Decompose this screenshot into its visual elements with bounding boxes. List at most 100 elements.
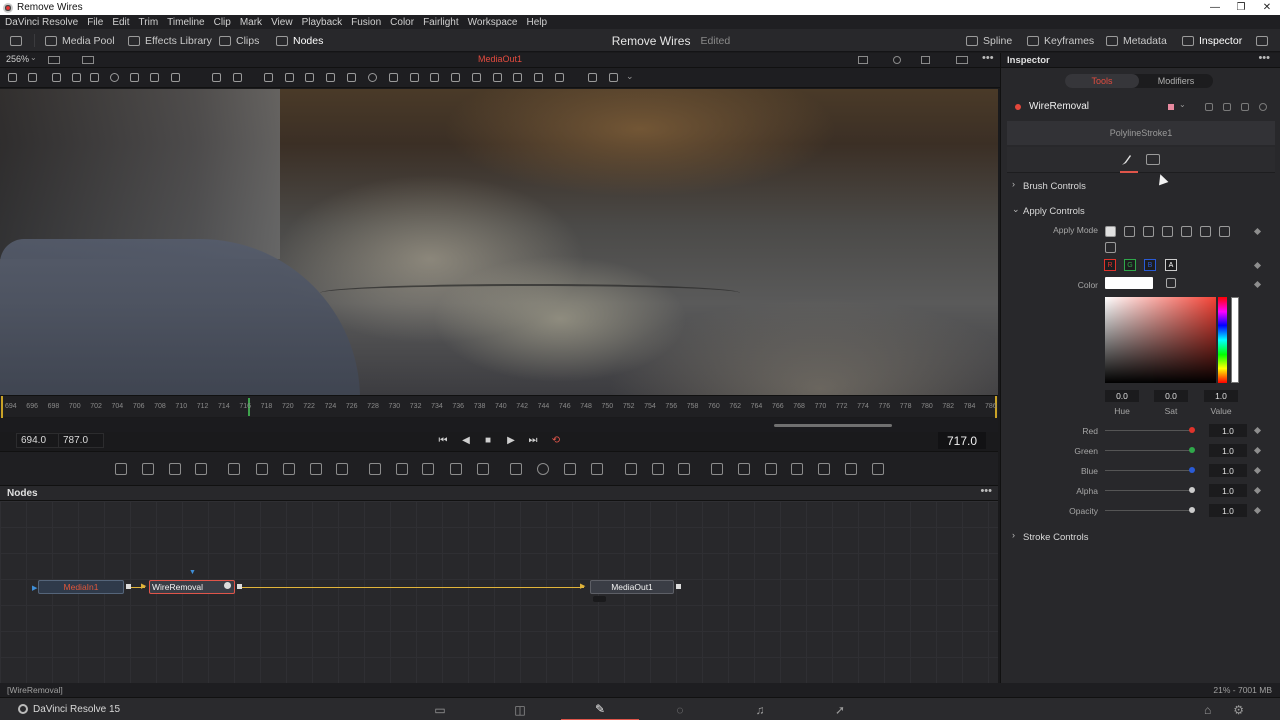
- value-field[interactable]: 1.0: [1204, 390, 1238, 402]
- fusion-page-tab[interactable]: ✎: [561, 698, 639, 720]
- closed-icon[interactable]: [368, 73, 377, 82]
- close-button[interactable]: ✕: [1254, 0, 1280, 15]
- render-end-field[interactable]: 787.0: [58, 433, 104, 448]
- chevron-down-icon[interactable]: ⌄: [1179, 100, 1186, 109]
- alpha-slider[interactable]: [1105, 490, 1193, 491]
- lock-icon[interactable]: [1241, 103, 1249, 111]
- tool-enabled-icon[interactable]: [1015, 104, 1021, 110]
- apply-controls-section[interactable]: ⌄ Apply Controls: [1007, 202, 1275, 220]
- opacity-field[interactable]: 1.0: [1209, 504, 1247, 517]
- text-3d-icon[interactable]: [765, 463, 777, 475]
- apply-smear-icon[interactable]: [1200, 226, 1211, 237]
- green-slider-knob[interactable]: [1189, 447, 1195, 453]
- apply-merge-icon[interactable]: [1181, 226, 1192, 237]
- text-tool-icon[interactable]: [169, 463, 181, 475]
- select-all-icon[interactable]: [430, 73, 439, 82]
- menu-davinci-resolve[interactable]: DaVinci Resolve: [5, 17, 78, 28]
- red-field[interactable]: 1.0: [1209, 424, 1247, 437]
- polyline-icon[interactable]: [90, 73, 99, 82]
- mask-input-icon[interactable]: ▼: [189, 569, 196, 576]
- channel-booleans-icon[interactable]: [396, 463, 408, 475]
- metadata-button[interactable]: Metadata: [1106, 29, 1167, 52]
- loop-icon[interactable]: ⟲: [549, 433, 563, 447]
- stroke-icon[interactable]: [72, 73, 81, 82]
- brush-shape-icon[interactable]: [212, 73, 221, 82]
- alpha-slider-knob[interactable]: [1189, 487, 1195, 493]
- play-reverse-icon[interactable]: ◀: [459, 433, 473, 447]
- menu-help[interactable]: Help: [526, 17, 547, 28]
- menu-trim[interactable]: Trim: [139, 17, 159, 28]
- blue-slider-knob[interactable]: [1189, 467, 1195, 473]
- node-mediain[interactable]: MediaIn1: [38, 580, 124, 594]
- fullscreen-button[interactable]: [1256, 29, 1268, 52]
- view-toggle-icon[interactable]: [224, 582, 231, 589]
- rectangle-mask-icon[interactable]: [510, 463, 522, 475]
- insert-point-icon[interactable]: [305, 73, 314, 82]
- render-start-field[interactable]: 694.0: [16, 433, 60, 448]
- pointer-icon[interactable]: [264, 73, 273, 82]
- media-pool-button[interactable]: Media Pool: [45, 29, 115, 52]
- spherical-camera-icon[interactable]: [872, 463, 884, 475]
- scrollbar-thumb[interactable]: [774, 424, 892, 427]
- viewer-menu-icon[interactable]: •••: [982, 52, 994, 64]
- sat-field[interactable]: 0.0: [1154, 390, 1188, 402]
- brush-icon[interactable]: [1120, 154, 1132, 166]
- minimize-button[interactable]: —: [1202, 0, 1228, 15]
- viewer-layout-icon[interactable]: [48, 56, 60, 64]
- keyframe-icon[interactable]: [1253, 261, 1262, 270]
- menu-workspace[interactable]: Workspace: [468, 17, 518, 28]
- rectangle-icon[interactable]: [130, 73, 139, 82]
- color-page-tab[interactable]: ◌: [641, 698, 719, 720]
- bspline-mask-icon[interactable]: [591, 463, 603, 475]
- menu-timeline[interactable]: Timeline: [167, 17, 204, 28]
- linear-icon[interactable]: [410, 73, 419, 82]
- clips-button[interactable]: Clips: [219, 29, 259, 52]
- colorcorrector-tool-icon[interactable]: [283, 463, 295, 475]
- apply-wire-icon[interactable]: [1105, 242, 1116, 253]
- channel-a-toggle[interactable]: A: [1165, 259, 1177, 271]
- zoom-select[interactable]: 256%: [6, 54, 29, 64]
- roi-icon[interactable]: [858, 56, 868, 64]
- fairlight-page-tab[interactable]: ♫: [721, 698, 799, 720]
- shape-box-icon[interactable]: [534, 73, 543, 82]
- apply-clone-icon[interactable]: [1124, 226, 1135, 237]
- project-manager-tab[interactable]: ⌂ ⚙: [1186, 698, 1262, 720]
- version-icon[interactable]: [1205, 103, 1213, 111]
- image-plane-icon[interactable]: [711, 463, 723, 475]
- maximize-button[interactable]: ❐: [1228, 0, 1254, 15]
- viewer-image[interactable]: [0, 89, 998, 395]
- tool-color-swatch[interactable]: [1168, 104, 1174, 110]
- merge3d-icon[interactable]: [818, 463, 830, 475]
- polygon-mask-icon[interactable]: [564, 463, 576, 475]
- bezier-icon[interactable]: [389, 73, 398, 82]
- media-page-tab[interactable]: ▭: [401, 698, 479, 720]
- menu-fairlight[interactable]: Fairlight: [423, 17, 459, 28]
- nodes-menu-button[interactable]: •••: [980, 485, 992, 497]
- go-to-start-icon[interactable]: ⏮: [436, 433, 450, 447]
- brightness-tool-icon[interactable]: [310, 463, 322, 475]
- red-slider-knob[interactable]: [1189, 427, 1195, 433]
- fill-icon[interactable]: [171, 73, 180, 82]
- keyframe-icon[interactable]: [1253, 227, 1262, 236]
- reduce-points-icon[interactable]: [493, 73, 502, 82]
- transform-tool-icon[interactable]: [450, 463, 462, 475]
- keyframe-icon[interactable]: [1253, 426, 1262, 435]
- channel-b-toggle[interactable]: B: [1144, 259, 1156, 271]
- matte-control-icon[interactable]: [422, 463, 434, 475]
- select-tool-icon[interactable]: [8, 73, 17, 82]
- channel-r-toggle[interactable]: R: [1104, 259, 1116, 271]
- alpha-field[interactable]: 1.0: [1209, 484, 1247, 497]
- menu-mark[interactable]: Mark: [240, 17, 262, 28]
- blur-tool-icon[interactable]: [256, 463, 268, 475]
- circle-icon[interactable]: [110, 73, 119, 82]
- effects-library-button[interactable]: Effects Library: [128, 29, 212, 52]
- stroke-shape-icon[interactable]: [233, 73, 242, 82]
- split-view-icon[interactable]: [956, 56, 968, 64]
- viewer-options-icon[interactable]: [82, 56, 94, 64]
- apply-color-icon[interactable]: [1105, 226, 1116, 237]
- green-slider[interactable]: [1105, 450, 1193, 451]
- channel-g-toggle[interactable]: G: [1124, 259, 1136, 271]
- shape3d-icon[interactable]: [738, 463, 750, 475]
- blue-slider[interactable]: [1105, 470, 1193, 471]
- keyframe-icon[interactable]: [1253, 280, 1262, 289]
